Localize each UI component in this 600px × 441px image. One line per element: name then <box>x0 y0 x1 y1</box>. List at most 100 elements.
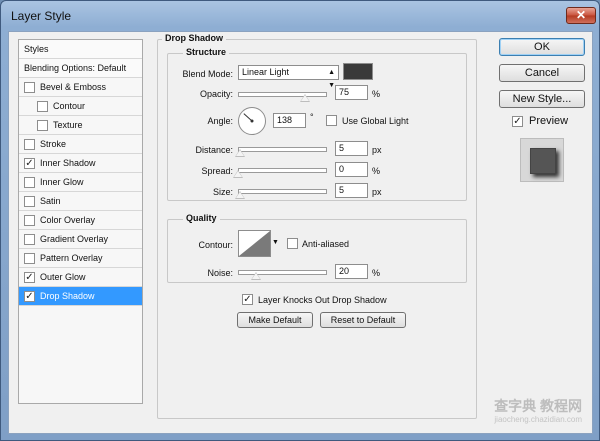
cancel-button[interactable]: Cancel <box>499 64 585 82</box>
noise-label: Noise: <box>207 268 233 278</box>
style-checkbox[interactable] <box>24 253 35 264</box>
styles-list-item[interactable]: Bevel & Emboss <box>19 78 142 97</box>
anti-aliased-label: Anti-aliased <box>302 239 350 249</box>
contour-label: Contour: <box>198 240 233 250</box>
style-checkbox[interactable] <box>24 196 35 207</box>
contour-dropdown-arrow-icon[interactable]: ▼ <box>272 239 279 246</box>
size-slider-track[interactable] <box>238 189 327 194</box>
opacity-label: Opacity: <box>199 89 233 99</box>
noise-unit: % <box>372 268 381 278</box>
spread-slider-thumb[interactable] <box>233 170 243 178</box>
style-label: Drop Shadow <box>40 291 95 301</box>
distance-slider-track[interactable] <box>238 147 327 152</box>
style-label: Texture <box>53 120 83 130</box>
preview-square <box>530 148 556 174</box>
style-label: Inner Glow <box>40 177 84 187</box>
preview-checkbox[interactable]: ✓ <box>512 116 523 127</box>
watermark: 查字典 教程网 jiaocheng.chazidian.com <box>494 399 582 427</box>
drop-shadow-title: Drop Shadow <box>162 33 226 43</box>
styles-list-item[interactable]: Satin <box>19 192 142 211</box>
styles-header[interactable]: Styles <box>19 40 142 59</box>
blend-mode-value: Linear Light <box>242 67 290 77</box>
style-checkbox[interactable] <box>24 139 35 150</box>
angle-field[interactable]: 138 <box>273 113 306 128</box>
contour-linear-icon <box>239 231 270 256</box>
style-preview-thumbnail <box>520 138 564 182</box>
anti-aliased-checkbox[interactable] <box>287 238 298 249</box>
distance-unit: px <box>372 145 382 155</box>
watermark-main: 查字典 教程网 <box>494 398 582 414</box>
make-default-button[interactable]: Make Default <box>237 312 313 328</box>
size-field[interactable]: 5 <box>335 183 368 198</box>
styles-list-item[interactable]: Inner Glow <box>19 173 142 192</box>
styles-list-item[interactable]: Color Overlay <box>19 211 142 230</box>
contour-picker[interactable] <box>238 230 271 257</box>
styles-list-item[interactable]: ✓ Drop Shadow <box>19 287 142 306</box>
spread-unit: % <box>372 166 381 176</box>
distance-field[interactable]: 5 <box>335 141 368 156</box>
blend-mode-label: Blend Mode: <box>182 69 233 79</box>
styles-list-item[interactable]: Contour <box>19 97 142 116</box>
shadow-color-swatch[interactable] <box>343 63 373 80</box>
spread-slider-track[interactable] <box>238 168 327 173</box>
ok-button[interactable]: OK <box>499 38 585 56</box>
style-label: Contour <box>53 101 86 111</box>
blend-mode-select[interactable]: Linear Light ▲ ▼ <box>238 65 339 89</box>
new-style-button[interactable]: New Style... <box>499 90 585 108</box>
size-label: Size: <box>212 187 233 197</box>
quality-title: Quality <box>183 213 220 223</box>
style-label: Pattern Overlay <box>40 253 103 263</box>
angle-dial[interactable] <box>238 107 266 135</box>
distance-slider-thumb[interactable] <box>234 149 245 157</box>
spread-field[interactable]: 0 <box>335 162 368 177</box>
size-slider-thumb[interactable] <box>234 191 245 199</box>
style-checkbox[interactable] <box>24 82 35 93</box>
knockout-checkbox[interactable]: ✓ <box>242 294 253 305</box>
style-checkbox[interactable] <box>24 177 35 188</box>
use-global-light-label: Use Global Light <box>342 116 409 126</box>
styles-list-item[interactable]: Pattern Overlay <box>19 249 142 268</box>
style-checkbox[interactable] <box>24 215 35 226</box>
dialog-client: Styles Blending Options: Default Bevel &… <box>8 31 593 434</box>
style-checkbox[interactable] <box>37 120 48 131</box>
preview-label: Preview <box>529 115 569 127</box>
style-checkbox[interactable]: ✓ <box>24 291 35 302</box>
distance-label: Distance: <box>195 145 233 155</box>
watermark-sub: jiaocheng.chazidian.com <box>494 415 582 424</box>
style-label: Stroke <box>40 139 67 149</box>
noise-field[interactable]: 20 <box>335 264 368 279</box>
structure-title: Structure <box>183 47 230 57</box>
style-label: Satin <box>40 196 61 206</box>
style-label: Gradient Overlay <box>40 234 109 244</box>
knockout-label: Layer Knocks Out Drop Shadow <box>258 295 387 305</box>
style-label: Inner Shadow <box>40 158 96 168</box>
angle-unit: ° <box>310 112 314 122</box>
dropdown-arrow-icon: ▲ ▼ <box>328 69 335 89</box>
reset-to-default-button[interactable]: Reset to Default <box>320 312 406 328</box>
style-checkbox[interactable]: ✓ <box>24 158 35 169</box>
styles-list-item[interactable]: Gradient Overlay <box>19 230 142 249</box>
size-unit: px <box>372 187 382 197</box>
styles-list-item[interactable]: Stroke <box>19 135 142 154</box>
style-label: Bevel & Emboss <box>40 82 107 92</box>
styles-list: Styles Blending Options: Default Bevel &… <box>18 39 143 404</box>
styles-list-item[interactable]: ✓ Outer Glow <box>19 268 142 287</box>
window-title: Layer Style <box>11 9 72 23</box>
blending-options-item[interactable]: Blending Options: Default <box>19 59 142 78</box>
styles-list-item[interactable]: Texture <box>19 116 142 135</box>
opacity-slider-track[interactable] <box>238 92 327 97</box>
noise-slider-thumb[interactable] <box>250 272 261 280</box>
styles-list-item[interactable]: ✓ Inner Shadow <box>19 154 142 173</box>
style-checkbox[interactable]: ✓ <box>24 272 35 283</box>
close-button[interactable]: ✕ <box>566 7 596 24</box>
angle-needle-icon <box>243 113 254 123</box>
layer-style-window: Layer Style ✕ Styles Blending Options: D… <box>0 0 600 441</box>
style-checkbox[interactable] <box>37 101 48 112</box>
opacity-field[interactable]: 75 <box>335 85 368 100</box>
use-global-light-checkbox[interactable] <box>326 115 337 126</box>
style-label: Outer Glow <box>40 272 86 282</box>
opacity-slider-thumb[interactable] <box>299 94 310 102</box>
style-label: Color Overlay <box>40 215 96 225</box>
style-checkbox[interactable] <box>24 234 35 245</box>
angle-label: Angle: <box>207 116 233 126</box>
